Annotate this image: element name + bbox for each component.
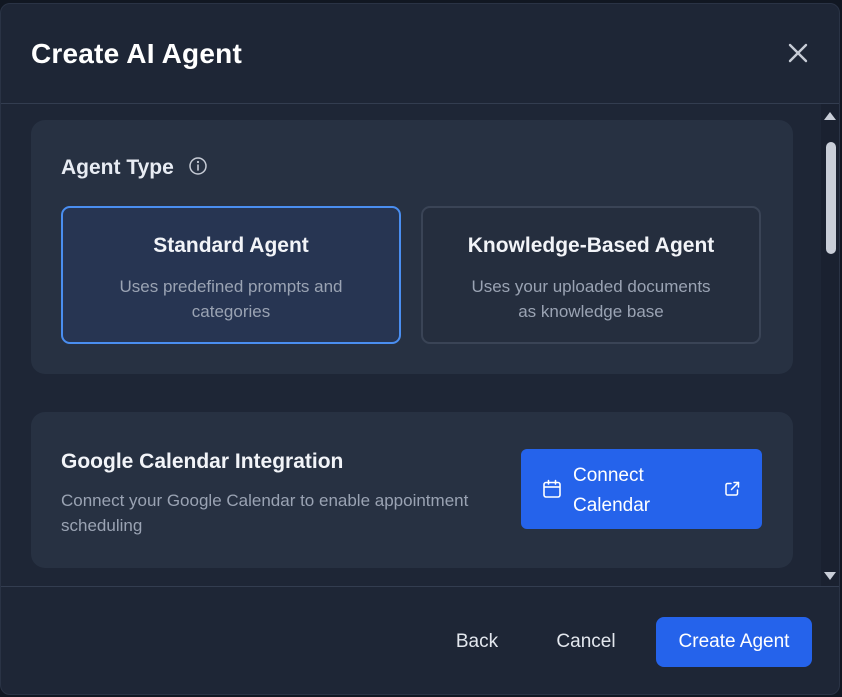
- calendar-integration-title: Google Calendar Integration: [61, 450, 344, 473]
- connect-calendar-label: Connect Calendar: [573, 465, 651, 516]
- knowledge-agent-title: Knowledge-Based Agent: [467, 234, 715, 257]
- connect-calendar-button[interactable]: Connect Calendar: [521, 449, 762, 529]
- dialog-footer: Back Cancel Create Agent: [1, 586, 839, 694]
- calendar-icon: [543, 479, 561, 498]
- close-button[interactable]: [785, 40, 811, 66]
- agent-type-section: Agent Type Standard Agent Uses predefine…: [31, 120, 793, 374]
- standard-agent-option[interactable]: Standard Agent Uses predefined prompts a…: [61, 206, 401, 344]
- dialog-body: Agent Type Standard Agent Uses predefine…: [1, 104, 823, 586]
- standard-agent-description: Uses predefined prompts and categories: [119, 277, 343, 321]
- agent-type-label: Agent Type: [61, 156, 174, 179]
- calendar-integration-section: Google Calendar Integration Connect your…: [31, 412, 793, 568]
- info-icon: [189, 157, 207, 175]
- standard-agent-title: Standard Agent: [153, 234, 309, 257]
- dialog-header: Create AI Agent: [1, 4, 839, 104]
- create-agent-dialog: Create AI Agent Agent Type Standard Agen…: [0, 3, 840, 695]
- close-icon: [788, 43, 808, 63]
- knowledge-agent-description: Uses your uploaded documents as knowledg…: [471, 277, 711, 321]
- scroll-up-arrow-icon[interactable]: [824, 112, 836, 120]
- create-agent-button[interactable]: Create Agent: [656, 617, 812, 667]
- dialog-scrollbar[interactable]: [821, 104, 839, 586]
- external-link-icon: [725, 481, 740, 496]
- scroll-thumb[interactable]: [826, 142, 836, 254]
- knowledge-agent-option[interactable]: Knowledge-Based Agent Uses your uploaded…: [421, 206, 761, 344]
- dialog-title: Create AI Agent: [31, 38, 242, 69]
- cancel-button[interactable]: Cancel: [541, 617, 631, 667]
- scroll-down-arrow-icon[interactable]: [824, 572, 836, 580]
- calendar-integration-description: Connect your Google Calendar to enable a…: [61, 491, 469, 535]
- back-button[interactable]: Back: [437, 617, 517, 667]
